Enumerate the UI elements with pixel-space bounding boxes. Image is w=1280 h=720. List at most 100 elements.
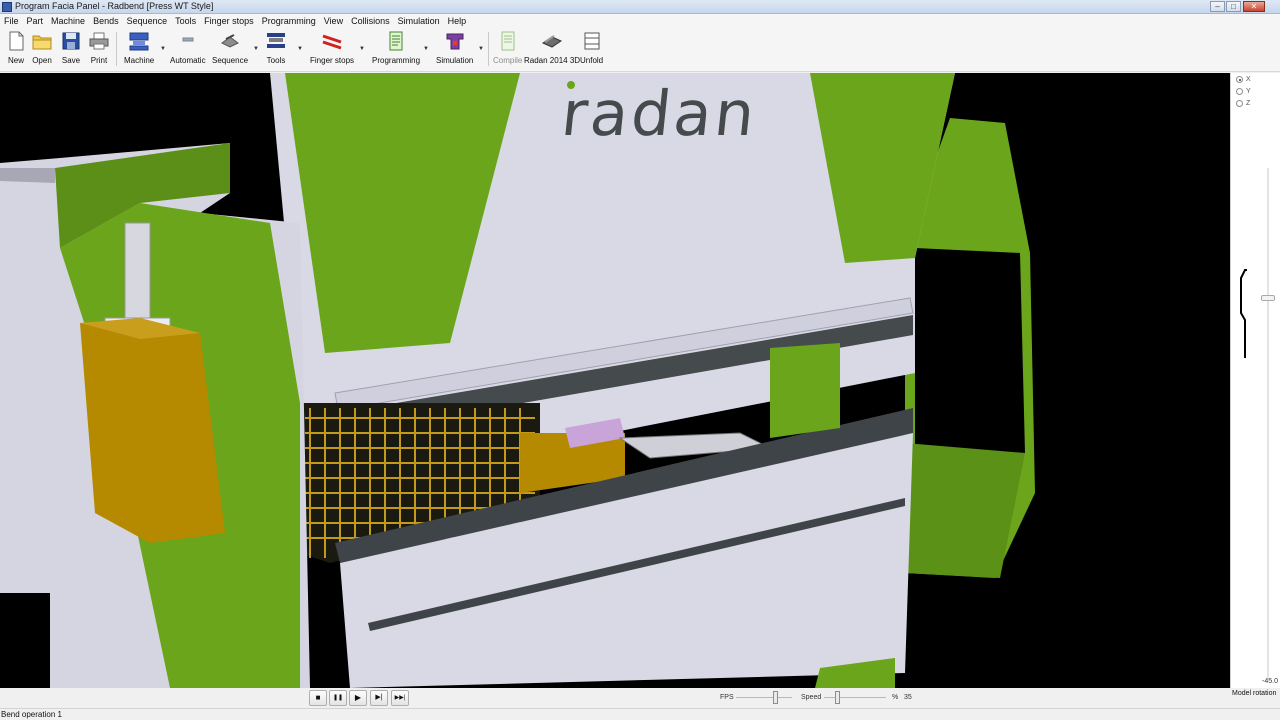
close-button[interactable]: ✕ [1243,1,1265,12]
stop-button[interactable]: ■ [309,690,327,706]
menu-view[interactable]: View [324,16,343,26]
minimize-button[interactable]: – [1210,1,1225,12]
tools-button[interactable]: Tools [266,31,286,65]
automatic-label: Automatic [170,56,206,65]
speed-slider-thumb[interactable] [835,691,840,704]
simulation-icon [445,31,465,51]
simulation-button[interactable]: Simulation [436,31,473,65]
bend-profile-icon [1240,269,1247,358]
save-button[interactable]: Save [61,31,81,65]
automatic-icon [178,31,198,51]
menu-tools[interactable]: Tools [175,16,196,26]
menu-machine[interactable]: Machine [51,16,85,26]
floppy-icon [61,31,81,51]
machine-dropdown-icon[interactable]: ▼ [160,46,166,52]
simulation-label: Simulation [436,56,474,65]
open-label: Open [32,56,52,65]
save-label: Save [61,56,81,65]
compile-label: Compile [493,56,523,65]
title-bar: Program Facia Panel - Radbend [Press WT … [0,0,1280,14]
unfold-label: Unfold [580,56,604,65]
rotation-slider-thumb[interactable] [1261,295,1275,301]
play-button[interactable]: ▶ [349,690,367,706]
programming-icon [386,31,406,51]
speed-slider-track[interactable] [824,697,886,698]
radio-dot-icon [1236,76,1243,83]
sequence-dropdown-icon[interactable]: ▼ [253,46,259,52]
machine-label: Machine [124,56,155,65]
machine-button[interactable]: Machine [124,31,154,65]
window-title: Program Facia Panel - Radbend [Press WT … [15,1,214,11]
programming-dropdown-icon[interactable]: ▼ [423,46,429,52]
radan-logo-dot [567,81,575,89]
menu-sequence[interactable]: Sequence [127,16,168,26]
finger-stops-label: Finger stops [310,56,355,65]
3d-viewport[interactable]: radan [0,73,1230,688]
print-button[interactable]: Print [89,31,109,65]
sequence-icon [220,31,240,51]
step-forward-button[interactable]: ▶| [370,690,388,706]
speed-label: Speed [801,694,822,701]
axis-x-label: X [1246,76,1251,83]
tools-icon [266,31,286,51]
app-icon [2,2,12,12]
axis-x-radio[interactable]: X [1236,76,1251,83]
new-file-icon [6,31,26,51]
compile-button[interactable]: Compile [493,31,522,65]
radio-dot-icon [1236,88,1243,95]
new-label: New [7,56,24,65]
menu-help[interactable]: Help [448,16,467,26]
radan-3d-button[interactable]: Radan 2014 3D [524,31,580,65]
new-button[interactable]: New [6,31,26,65]
menu-bar: File Part Machine Bends Sequence Tools F… [0,14,1280,28]
rotation-label: Model rotation [1232,690,1277,697]
menu-bends[interactable]: Bends [93,16,119,26]
menu-file[interactable]: File [4,16,19,26]
menu-simulation[interactable]: Simulation [398,16,440,26]
simulation-dropdown-icon[interactable]: ▼ [478,46,484,52]
maximize-button[interactable]: □ [1226,1,1241,12]
unfold-button[interactable]: Unfold [580,31,603,65]
finger-stops-button[interactable]: Finger stops [310,31,354,65]
axis-y-radio[interactable]: Y [1236,88,1251,95]
playback-bar: ■ ❚❚ ▶ ▶| ▶▶| FPS Speed % 35 [0,688,1230,708]
print-label: Print [90,56,108,65]
finger-stops-dropdown-icon[interactable]: ▼ [359,46,365,52]
printer-icon [89,31,109,51]
axis-z-radio[interactable]: Z [1236,100,1250,107]
sequence-label: Sequence [212,56,249,65]
radan-3d-icon [541,31,563,51]
tools-dropdown-icon[interactable]: ▼ [297,46,303,52]
speed-unit: % [892,694,899,701]
open-button[interactable]: Open [32,31,52,65]
press-brake-model [0,73,1230,688]
pause-button[interactable]: ❚❚ [329,690,347,706]
skip-to-end-button[interactable]: ▶▶| [391,690,409,706]
unfold-icon [582,31,602,51]
automatic-button[interactable]: Automatic [170,31,206,65]
programming-button[interactable]: Programming [372,31,420,65]
press-brake-icon [129,31,149,51]
menu-finger-stops[interactable]: Finger stops [204,16,254,26]
axis-y-label: Y [1246,88,1251,95]
status-bar: Bend operation 1 [0,708,1280,720]
toolbar-separator [488,32,489,66]
status-text: Bend operation 1 [1,710,62,719]
menu-programming[interactable]: Programming [262,16,316,26]
programming-label: Programming [372,56,421,65]
axis-z-label: Z [1246,100,1251,107]
fps-label: FPS [720,694,734,701]
speed-value: 35 [904,694,912,701]
fps-slider-track[interactable] [736,697,792,698]
radan-3d-label: Radan 2014 3D [524,56,581,65]
menu-part[interactable]: Part [27,16,44,26]
finger-stops-icon [322,31,342,51]
toolbar: New Open Save Print Machine ▼ Automatic [0,28,1280,72]
rotation-slider-track[interactable] [1267,168,1269,678]
sequence-button[interactable]: Sequence [212,31,248,65]
folder-icon [32,31,52,51]
radan-logo-text: radan [558,77,761,150]
fps-slider-thumb[interactable] [773,691,778,704]
rotation-value: -45.0 [1262,678,1278,685]
menu-collisions[interactable]: Collisions [351,16,390,26]
